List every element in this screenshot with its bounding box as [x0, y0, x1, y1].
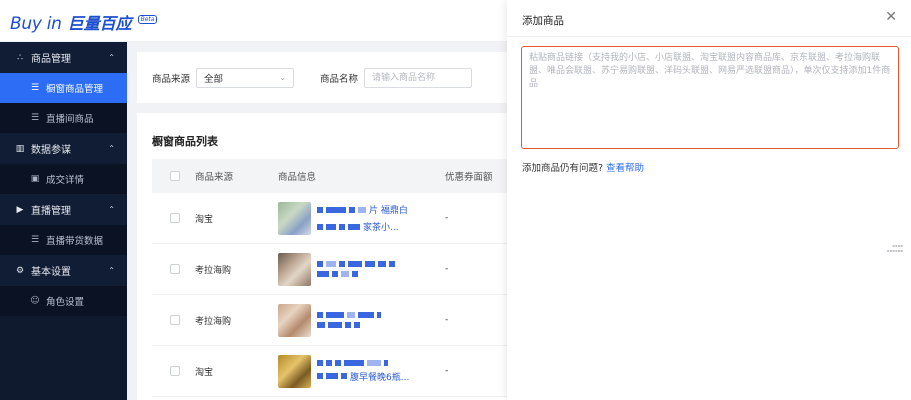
add-product-drawer: 添加商品 ✕ 添加商品仍有问题?查看帮助 ▪▪▪▪▪▪▪▪▪▪	[507, 0, 911, 400]
drawer-divider	[507, 36, 911, 37]
drawer-title: 添加商品	[522, 15, 564, 27]
close-icon[interactable]: ✕	[885, 10, 897, 24]
help-text: 添加商品仍有问题?	[522, 163, 604, 174]
watermark-stamp: ▪▪▪▪ ▪▪▪▪▪▪	[886, 243, 903, 253]
help-link[interactable]: 查看帮助	[606, 163, 644, 174]
product-link-textarea[interactable]	[521, 46, 899, 149]
help-row: 添加商品仍有问题? 查看帮助	[522, 160, 644, 174]
overlay-mask[interactable]	[0, 0, 507, 400]
